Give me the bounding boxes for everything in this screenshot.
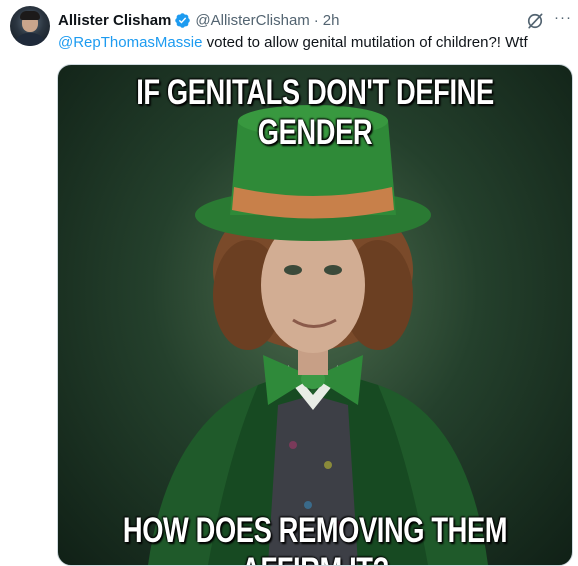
meme-top-caption: IF GENITALS DON'T DEFINE GENDER xyxy=(136,73,494,152)
author-handle[interactable]: @AllisterClisham xyxy=(195,12,309,29)
grok-icon[interactable] xyxy=(525,11,545,31)
author-name[interactable]: Allister Clisham xyxy=(58,12,171,29)
more-icon[interactable]: ··· xyxy=(552,8,574,30)
tweet-body: voted to allow genital mutilation of chi… xyxy=(202,34,528,51)
avatar-suit xyxy=(14,33,46,46)
separator-dot: · xyxy=(313,11,319,29)
tweet-header: Allister Clisham @AllisterClisham · 2h xyxy=(58,10,339,30)
verified-badge-icon xyxy=(175,12,191,28)
tweet-image[interactable]: IF GENITALS DON'T DEFINE GENDER HOW DOES… xyxy=(57,64,573,566)
tweet[interactable]: Allister Clisham @AllisterClisham · 2h ·… xyxy=(0,0,578,566)
tweet-text: @RepThomasMassie voted to allow genital … xyxy=(58,33,528,53)
avatar[interactable] xyxy=(10,6,50,46)
timestamp[interactable]: 2h xyxy=(323,12,340,29)
mention-link[interactable]: @RepThomasMassie xyxy=(58,34,202,51)
avatar-hair xyxy=(20,11,40,20)
meme-bottom-caption: HOW DOES REMOVING THEM AFFIRM IT? xyxy=(122,511,508,565)
